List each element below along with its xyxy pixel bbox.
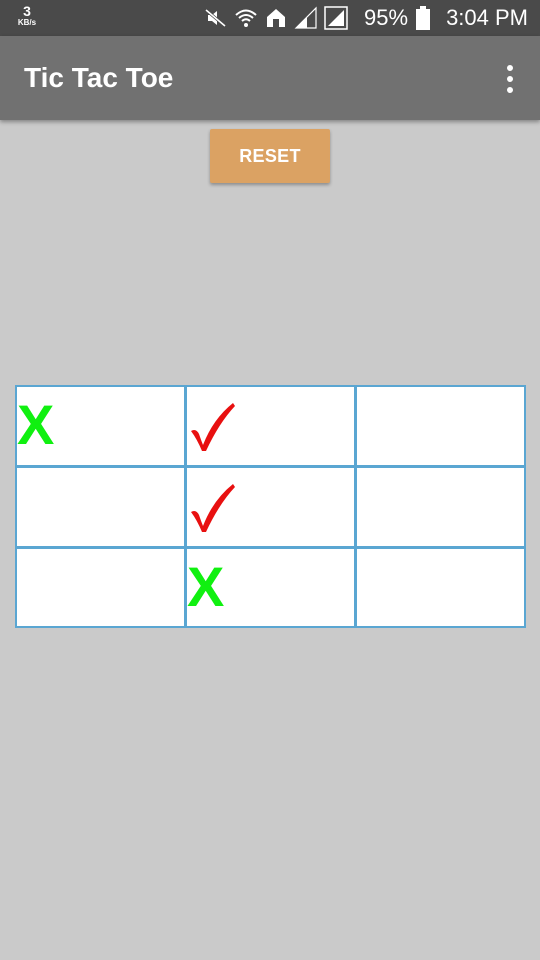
wifi-icon bbox=[235, 9, 257, 27]
board-cell-1-2[interactable] bbox=[355, 466, 526, 548]
board-cell-1-1[interactable] bbox=[185, 466, 356, 548]
home-icon bbox=[267, 9, 286, 27]
battery-icon bbox=[416, 6, 431, 30]
board-cell-0-2[interactable] bbox=[355, 385, 526, 467]
board-cell-2-2[interactable] bbox=[355, 547, 526, 628]
check-mark-icon bbox=[191, 403, 235, 451]
network-speed-value: 3 bbox=[23, 3, 31, 19]
clock: 3:04 PM bbox=[446, 5, 528, 30]
x-mark: X bbox=[17, 393, 55, 456]
board-cell-0-0[interactable]: X bbox=[15, 385, 186, 467]
network-speed-unit: KB/s bbox=[17, 18, 37, 27]
game-board: XX bbox=[15, 385, 526, 628]
check-mark-icon bbox=[191, 484, 235, 532]
battery-percent: 95% bbox=[364, 5, 409, 30]
more-vert-icon[interactable] bbox=[502, 64, 518, 94]
status-icons: 95% 3:04 PM bbox=[204, 0, 528, 36]
board-cell-1-0[interactable] bbox=[15, 466, 186, 548]
signal-icon bbox=[294, 6, 317, 29]
app-title: Tic Tac Toe bbox=[24, 62, 174, 93]
x-mark: X bbox=[187, 555, 225, 618]
board-cell-2-0[interactable] bbox=[15, 547, 186, 628]
reset-button[interactable]: RESET bbox=[210, 129, 330, 183]
mute-icon bbox=[205, 8, 226, 28]
board-cell-2-1[interactable]: X bbox=[185, 547, 356, 628]
app-bar: Tic Tac Toe bbox=[0, 36, 540, 120]
signal-full-icon bbox=[324, 6, 348, 30]
status-bar: 3 KB/s 95% 3:04 PM bbox=[0, 0, 540, 36]
board-cell-0-1[interactable] bbox=[185, 385, 356, 467]
network-speed: 3 KB/s bbox=[14, 4, 40, 27]
